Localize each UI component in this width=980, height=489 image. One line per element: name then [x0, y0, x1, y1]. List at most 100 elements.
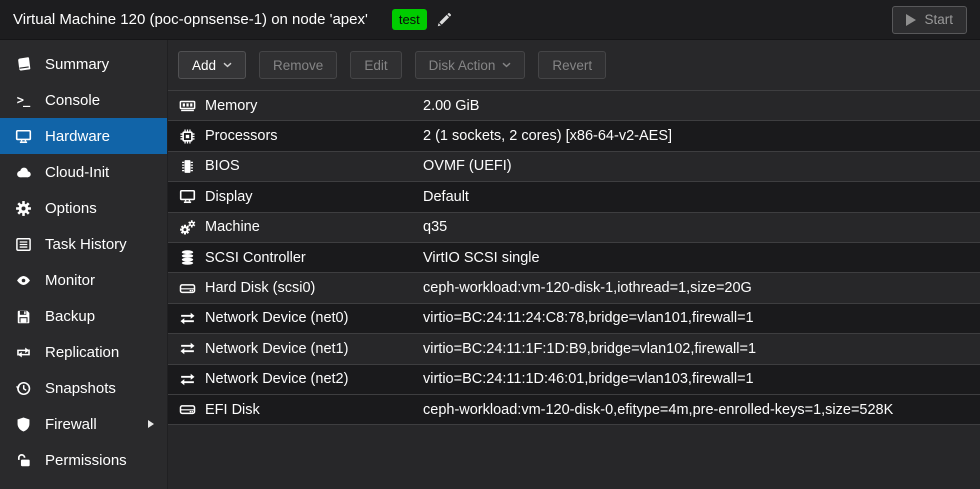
retweet-icon	[14, 344, 32, 361]
microchip-icon	[178, 158, 196, 175]
hardware-row-bios[interactable]: BIOS OVMF (UEFI)	[168, 152, 980, 182]
hardware-grid: Memory 2.00 GiB Processors 2 (1 sockets,…	[168, 90, 980, 425]
hardware-panel: Add Remove Edit Disk Action Revert	[168, 40, 980, 489]
disk-action-button-label: Disk Action	[429, 58, 496, 73]
exchange-icon	[178, 371, 196, 388]
row-value: 2.00 GiB	[423, 98, 980, 114]
sidebar-item-options[interactable]: Options	[0, 190, 167, 226]
vm-header: Virtual Machine 120 (poc-opnsense-1) on …	[0, 0, 980, 40]
sidebar-item-label: Backup	[45, 308, 95, 325]
sidebar-item-task-history[interactable]: Task History	[0, 226, 167, 262]
database-icon	[178, 249, 196, 266]
hardware-row-efi-disk[interactable]: EFI Disk ceph-workload:vm-120-disk-0,efi…	[168, 395, 980, 425]
sidebar-item-cloud-init[interactable]: Cloud-Init	[0, 154, 167, 190]
sidebar-item-backup[interactable]: Backup	[0, 298, 167, 334]
hardware-toolbar: Add Remove Edit Disk Action Revert	[168, 40, 980, 90]
edit-button-label: Edit	[364, 58, 387, 73]
sidebar-item-label: Monitor	[45, 272, 95, 289]
sidebar-item-label: Hardware	[45, 128, 110, 145]
hardware-row-processors[interactable]: Processors 2 (1 sockets, 2 cores) [x86-6…	[168, 121, 980, 151]
sidebar-item-summary[interactable]: Summary	[0, 46, 167, 82]
edit-button[interactable]: Edit	[350, 51, 401, 79]
vm-tag[interactable]: test	[392, 9, 427, 31]
sidebar-item-console[interactable]: >_ Console	[0, 82, 167, 118]
add-button-label: Add	[192, 58, 216, 73]
row-value: ceph-workload:vm-120-disk-0,efitype=4m,p…	[423, 402, 980, 418]
hardware-row-network-net0[interactable]: Network Device (net0) virtio=BC:24:11:24…	[168, 304, 980, 334]
row-value: virtio=BC:24:11:1F:1D:B9,bridge=vlan102,…	[423, 341, 980, 357]
chevron-down-icon	[502, 62, 511, 68]
chevron-down-icon	[223, 62, 232, 68]
edit-tags-pencil-icon[interactable]	[436, 12, 452, 28]
exchange-icon	[178, 310, 196, 327]
floppy-icon	[14, 308, 32, 325]
hardware-row-memory[interactable]: Memory 2.00 GiB	[168, 91, 980, 121]
hdd-icon	[178, 401, 196, 418]
row-label: Hard Disk (scsi0)	[205, 280, 423, 296]
book-icon	[14, 56, 32, 73]
revert-button[interactable]: Revert	[538, 51, 606, 79]
row-value: virtio=BC:24:11:24:C8:78,bridge=vlan101,…	[423, 310, 980, 326]
sidebar-item-label: Snapshots	[45, 380, 116, 397]
row-label: Display	[205, 189, 423, 205]
sidebar-item-label: Console	[45, 92, 100, 109]
sidebar-item-permissions[interactable]: Permissions	[0, 442, 167, 478]
row-label: Processors	[205, 128, 423, 144]
terminal-icon: >_	[14, 92, 32, 109]
history-icon	[14, 380, 32, 397]
submenu-caret-icon	[148, 420, 154, 428]
sidebar-item-label: Permissions	[45, 452, 127, 469]
row-label: Memory	[205, 98, 423, 114]
unlock-icon	[14, 452, 32, 469]
row-value: Default	[423, 189, 980, 205]
sidebar-item-label: Replication	[45, 344, 119, 361]
row-label: Network Device (net2)	[205, 371, 423, 387]
shield-icon	[14, 416, 32, 433]
sidebar-item-label: Options	[45, 200, 97, 217]
eye-icon	[14, 272, 32, 289]
hardware-row-network-net2[interactable]: Network Device (net2) virtio=BC:24:11:1D…	[168, 365, 980, 395]
row-label: Network Device (net0)	[205, 310, 423, 326]
remove-button-label: Remove	[273, 58, 323, 73]
row-label: Machine	[205, 219, 423, 235]
row-value: virtio=BC:24:11:1D:46:01,bridge=vlan103,…	[423, 371, 980, 387]
start-button[interactable]: Start	[892, 6, 967, 34]
gear-icon	[14, 200, 32, 217]
main-layout: Summary >_ Console Hardware Cloud-Init O…	[0, 40, 980, 489]
cpu-icon	[178, 128, 196, 145]
row-value: q35	[423, 219, 980, 235]
memory-icon	[178, 97, 196, 114]
hardware-row-machine[interactable]: Machine q35	[168, 213, 980, 243]
hardware-row-display[interactable]: Display Default	[168, 182, 980, 212]
sidebar-item-monitor[interactable]: Monitor	[0, 262, 167, 298]
sidebar-item-label: Summary	[45, 56, 109, 73]
hardware-row-hard-disk[interactable]: Hard Disk (scsi0) ceph-workload:vm-120-d…	[168, 273, 980, 303]
sidebar-item-hardware[interactable]: Hardware	[0, 118, 167, 154]
row-label: SCSI Controller	[205, 250, 423, 266]
sidebar-item-label: Firewall	[45, 416, 97, 433]
row-value: ceph-workload:vm-120-disk-1,iothread=1,s…	[423, 280, 980, 296]
start-button-label: Start	[924, 12, 953, 27]
sidebar-item-label: Cloud-Init	[45, 164, 109, 181]
sidebar-item-snapshots[interactable]: Snapshots	[0, 370, 167, 406]
exchange-icon	[178, 340, 196, 357]
display-icon	[178, 188, 196, 205]
hardware-row-network-net1[interactable]: Network Device (net1) virtio=BC:24:11:1F…	[168, 334, 980, 364]
row-value: VirtIO SCSI single	[423, 250, 980, 266]
remove-button[interactable]: Remove	[259, 51, 337, 79]
hardware-row-scsi-controller[interactable]: SCSI Controller VirtIO SCSI single	[168, 243, 980, 273]
app-root: Virtual Machine 120 (poc-opnsense-1) on …	[0, 0, 980, 489]
list-icon	[14, 236, 32, 253]
row-value: OVMF (UEFI)	[423, 158, 980, 174]
add-button[interactable]: Add	[178, 51, 246, 79]
row-label: Network Device (net1)	[205, 341, 423, 357]
desktop-icon	[14, 128, 32, 145]
sidebar-item-replication[interactable]: Replication	[0, 334, 167, 370]
disk-action-button[interactable]: Disk Action	[415, 51, 526, 79]
row-value: 2 (1 sockets, 2 cores) [x86-64-v2-AES]	[423, 128, 980, 144]
sidebar-item-firewall[interactable]: Firewall	[0, 406, 167, 442]
cogs-icon	[178, 219, 196, 236]
play-icon	[906, 14, 916, 26]
row-label: BIOS	[205, 158, 423, 174]
vm-sidebar: Summary >_ Console Hardware Cloud-Init O…	[0, 40, 168, 489]
